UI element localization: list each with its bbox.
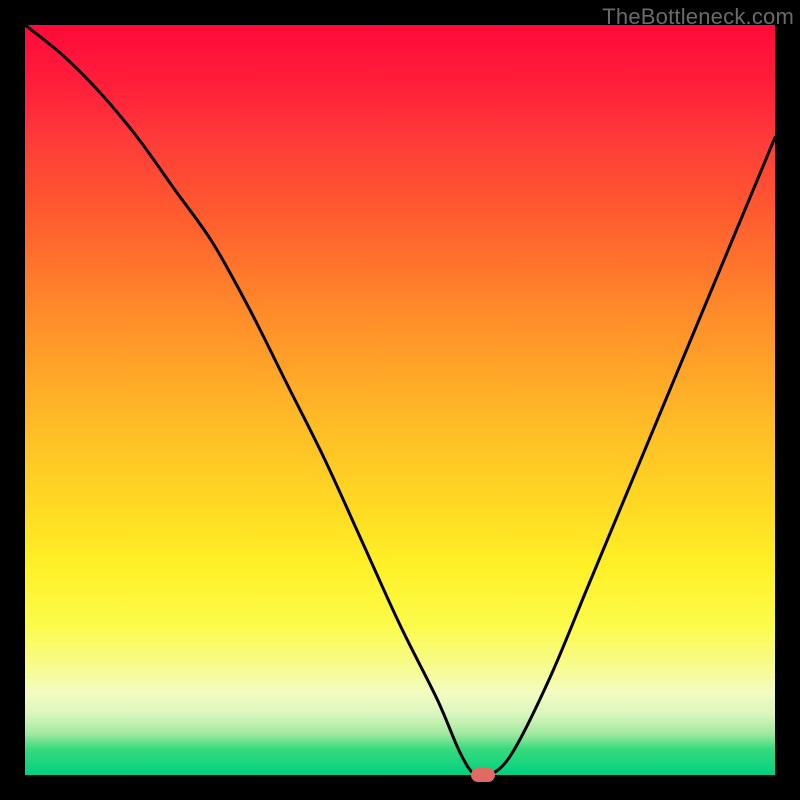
- watermark-label: TheBottleneck.com: [602, 4, 794, 30]
- plot-area: [25, 25, 775, 775]
- optimum-marker: [471, 768, 495, 782]
- chart-container: TheBottleneck.com: [0, 0, 800, 800]
- bottleneck-curve: [25, 25, 775, 775]
